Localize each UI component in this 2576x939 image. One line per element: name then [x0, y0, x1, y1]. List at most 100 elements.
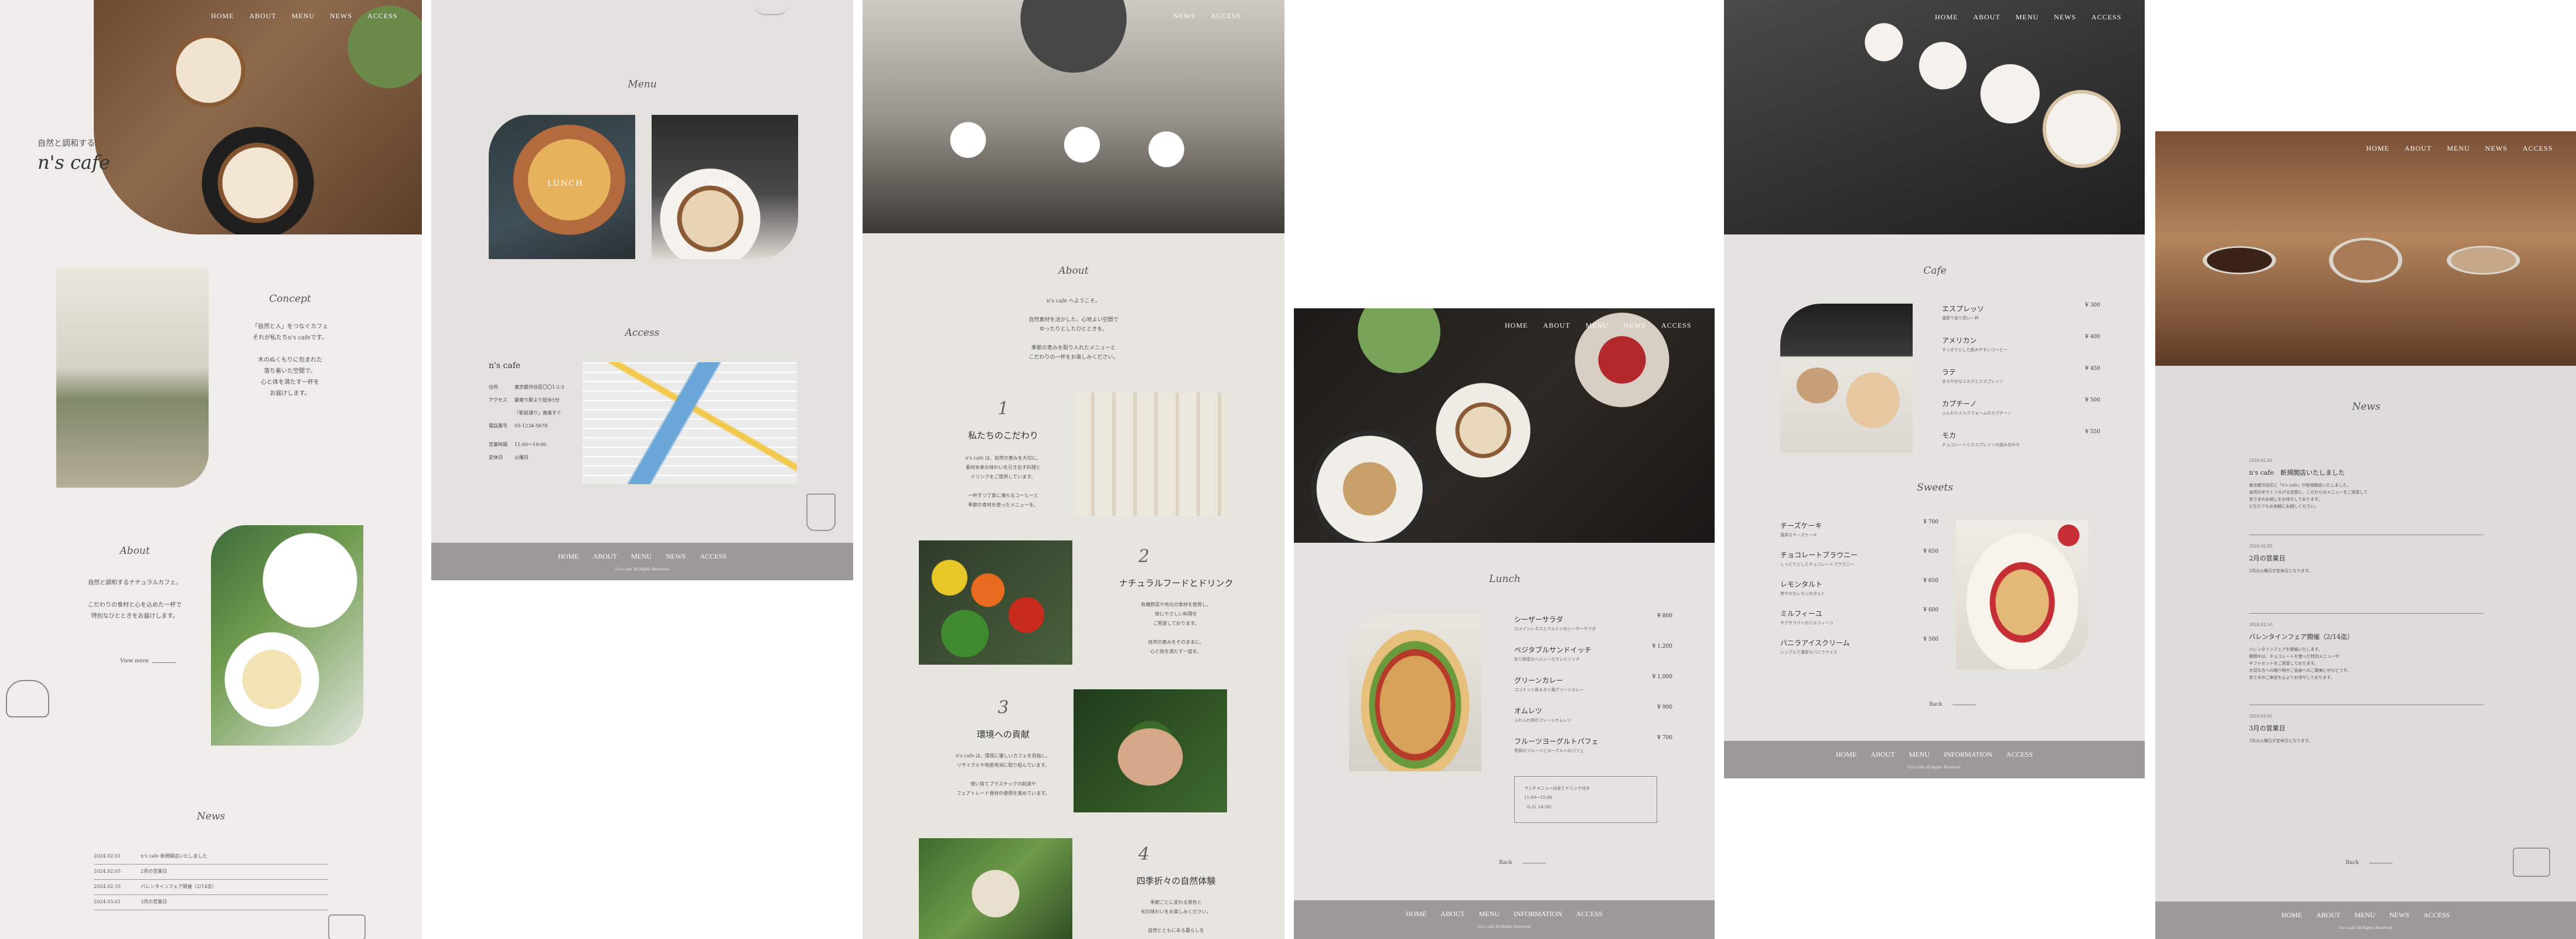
- nav-home[interactable]: HOME: [2366, 144, 2389, 153]
- nav-menu[interactable]: MENU: [292, 12, 315, 21]
- nav-home[interactable]: HOME: [211, 12, 234, 21]
- nav-about[interactable]: ABOUT: [2404, 144, 2431, 153]
- panel-top-page: HOME ABOUT MENU NEWS ACCESS 自然と調和する n's …: [0, 0, 422, 939]
- footer-nav-menu[interactable]: MENU: [631, 552, 652, 561]
- section-title: 四季折々の自然体験: [1136, 876, 1216, 886]
- nav-news[interactable]: NEWS: [330, 12, 352, 21]
- about-hero-photo: [863, 0, 1284, 233]
- access-map[interactable]: [582, 362, 797, 484]
- nav-access[interactable]: ACCESS: [1211, 12, 1241, 21]
- news-item[interactable]: 2024.02.01 n's cafe 新規開店いたしました: [94, 850, 328, 865]
- copyright: ©n's cafe All Rights Reserved.: [2338, 926, 2393, 930]
- panel-news-page: HOME ABOUT MENU NEWS ACCESS News 2024.02…: [2155, 131, 2576, 939]
- nav-menu[interactable]: MENU: [2447, 144, 2470, 153]
- about-view-more-link[interactable]: View more: [120, 656, 149, 666]
- sweets-title: Sweets: [1917, 482, 1953, 494]
- nav-about[interactable]: ABOUT: [249, 12, 276, 21]
- news-item[interactable]: 2024.02.05 2月の営業日: [94, 865, 328, 880]
- footer-nav-access[interactable]: ACCESS: [700, 552, 726, 561]
- nav-menu[interactable]: MENU: [2016, 13, 2039, 22]
- vegetables-photo: [919, 540, 1072, 665]
- news-post[interactable]: 2024.02.01 n's cafe 新規開店いたしました 東京都渋谷区に「n…: [2249, 458, 2483, 535]
- nav-menu[interactable]: MENU: [1586, 321, 1609, 330]
- nav-home[interactable]: HOME: [1505, 321, 1528, 330]
- footer-nav-home[interactable]: HOME: [1406, 910, 1426, 918]
- nav-access[interactable]: ACCESS: [2091, 13, 2121, 22]
- copyright: ©n's cafe All Rights Reserved.: [615, 567, 670, 571]
- footer-nav-home[interactable]: HOME: [558, 552, 578, 561]
- panel-about-page: NEWS ACCESS About n's cafe へようこそ。 自然素材を活…: [863, 0, 1284, 939]
- section-title: 環境への貢献: [976, 729, 1030, 740]
- news-post[interactable]: 2024.02.10 バレンタインフェア開催（2/14迄） バレンタインフェアを…: [2249, 622, 2483, 705]
- footer-nav-about[interactable]: ABOUT: [593, 552, 617, 561]
- nav-access[interactable]: ACCESS: [1661, 321, 1691, 330]
- coffee-beans-illustration-icon: [754, 0, 789, 15]
- nav-news[interactable]: NEWS: [1624, 321, 1646, 330]
- main-nav: NEWS ACCESS: [1173, 12, 1241, 21]
- lunch-title: Lunch: [1489, 573, 1521, 585]
- section-number: 2: [1138, 546, 1150, 567]
- about-photo: [211, 525, 363, 746]
- back-link[interactable]: Back: [2346, 858, 2359, 867]
- footer-nav-access[interactable]: ACCESS: [2423, 911, 2449, 920]
- footer-nav-news[interactable]: NEWS: [2389, 911, 2409, 920]
- menu-item: シーザーサラダ ¥ 800 ロメインレタスとクルトンのシーザーサラダ: [1514, 613, 1672, 631]
- cafe-card-label: CAFE: [710, 179, 737, 188]
- footer-nav-home[interactable]: HOME: [2281, 911, 2302, 920]
- menu-item: オムレツ ¥ 900 ふわふわ卵のプレーンオムレツ: [1514, 705, 1672, 723]
- footer-nav-news[interactable]: NEWS: [666, 552, 686, 561]
- footer-nav-information[interactable]: INFORMATION: [1944, 750, 1992, 759]
- latte-photo: [1780, 304, 1913, 453]
- footer-nav-about[interactable]: ABOUT: [2316, 911, 2340, 920]
- news-title: News: [196, 811, 226, 822]
- mille-feuille-photo: [1956, 520, 2088, 669]
- panel-menu-access: Menu LUNCH CAFE Access n's cafe 住所 東京都渋谷区…: [431, 0, 853, 580]
- news-item[interactable]: 2024.03.01 3月の営業日: [94, 896, 328, 910]
- menu-item: ベジタブルサンドイッチ ¥ 1,200 彩り野菜のヘルシーなサンドイッチ: [1514, 644, 1672, 662]
- nav-access[interactable]: ACCESS: [367, 12, 397, 21]
- nav-about[interactable]: ABOUT: [1973, 13, 2000, 22]
- about-title: About: [120, 545, 150, 557]
- menu-item: レモンタルト ¥ 650 爽やかなレモンのタルト: [1780, 578, 1938, 596]
- nav-home[interactable]: HOME: [1935, 13, 1958, 22]
- footer-nav-menu[interactable]: MENU: [1479, 910, 1500, 918]
- news-post[interactable]: 2024.02.05 2月の営業日 2月は火曜日が定休日となります。: [2249, 544, 2483, 614]
- news-item[interactable]: 2024.02.10 バレンタインフェア開催（2/14迄）: [94, 880, 328, 895]
- shop-info: 住所 東京都渋谷区〇〇1-2-3 アクセス 最寄り駅より徒歩5分 「駅前通り」直進す…: [489, 385, 564, 460]
- menu-item: エスプレッソ ¥ 300 濃厚で香り高い一杯: [1942, 302, 2100, 321]
- hero-photo: [94, 0, 422, 234]
- cafe-menu-card[interactable]: CAFE: [652, 115, 798, 259]
- section-number: 4: [1138, 844, 1150, 865]
- footer-nav-menu[interactable]: MENU: [2354, 911, 2375, 920]
- section-number: 3: [997, 698, 1009, 718]
- footer-nav-information[interactable]: INFORMATION: [1514, 910, 1562, 918]
- news-post[interactable]: 2024.03.01 3月の営業日 3月は火曜日が定休日となります。: [2249, 714, 2483, 755]
- nav-access[interactable]: ACCESS: [2523, 144, 2553, 153]
- section-number: 1: [997, 399, 1009, 419]
- nav-news[interactable]: NEWS: [2054, 13, 2076, 22]
- nav-news[interactable]: NEWS: [2485, 144, 2507, 153]
- nav-news[interactable]: NEWS: [1173, 12, 1195, 21]
- footer: HOME ABOUT MENU INFORMATION ACCESS ©n's …: [1294, 900, 1715, 939]
- footer-nav: HOME ABOUT MENU NEWS ACCESS: [431, 552, 853, 561]
- news-hero-photo: [2155, 131, 2576, 366]
- back-link[interactable]: Back: [1499, 858, 1512, 867]
- footer-nav-home[interactable]: HOME: [1836, 750, 1856, 759]
- concept-photo: [56, 268, 209, 488]
- footer-nav-about[interactable]: ABOUT: [1440, 910, 1464, 918]
- panel-cafe-page: HOME ABOUT MENU NEWS ACCESS Cafe エスプレッソ ¥…: [1724, 0, 2145, 778]
- menu-item: チーズケーキ ¥ 700 濃厚なチーズケーキ: [1780, 519, 1938, 537]
- access-section-title: Access: [625, 327, 660, 339]
- footer-nav-about[interactable]: ABOUT: [1870, 750, 1894, 759]
- back-link[interactable]: Back: [1929, 700, 1942, 709]
- main-nav: HOME ABOUT MENU NEWS ACCESS: [2366, 144, 2553, 153]
- nav-about[interactable]: ABOUT: [1543, 321, 1570, 330]
- main-nav: HOME ABOUT MENU NEWS ACCESS: [1935, 13, 2121, 22]
- coffee-grinder-illustration-icon: [328, 914, 366, 939]
- menu-section-title: Menu: [628, 79, 657, 90]
- lunch-menu-card[interactable]: LUNCH: [489, 115, 635, 259]
- footer-nav-access[interactable]: ACCESS: [2006, 750, 2033, 759]
- footer-nav-menu[interactable]: MENU: [1909, 750, 1930, 759]
- about-intro: n's cafe へようこそ。 自然素材を活かした、心地よい空間で ゆったりとした…: [1028, 298, 1119, 360]
- footer-nav-access[interactable]: ACCESS: [1576, 910, 1603, 918]
